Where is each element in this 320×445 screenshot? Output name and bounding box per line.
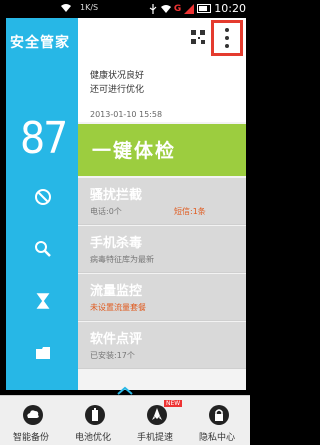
tab-label: 手机提速 — [136, 433, 173, 443]
tab-privacy-center[interactable]: 隐私中心 — [186, 398, 248, 444]
card-harassment-block[interactable]: 骚扰拦截 电话:0个 短信:1条 — [78, 178, 246, 225]
wifi-icon — [61, 4, 71, 12]
card-antivirus[interactable]: 手机杀毒 病毒特征库为最新 — [78, 226, 246, 273]
rocket-icon — [147, 405, 167, 425]
menu-dot — [225, 44, 229, 48]
health-status-text: 健康状况良好 — [90, 71, 145, 81]
card-subtitle: 病毒特征库为最新 — [90, 255, 154, 264]
battery-icon — [197, 4, 212, 13]
card-title: 流量监控 — [90, 284, 143, 299]
lock-icon — [209, 405, 229, 425]
main-panel: 健康状况良好 还可进行优化 2013-01-10 15:58 一键体检 骚扰拦截… — [78, 18, 246, 390]
network-type-icon: G — [173, 3, 182, 14]
bottom-toolbar: 智能备份 电池优化 NEW 手机提速 隐私中心 — [0, 395, 250, 445]
qr-code-icon[interactable] — [191, 30, 205, 44]
hourglass-icon — [36, 293, 50, 309]
block-icon — [35, 189, 51, 205]
menu-dot — [225, 28, 229, 32]
folder-icon — [36, 347, 50, 359]
battery-optimize-icon — [85, 405, 105, 425]
search-icon — [35, 241, 51, 257]
usb-icon — [149, 3, 157, 14]
tab-smart-backup[interactable]: 智能备份 — [0, 398, 62, 444]
check-button-label: 一键体检 — [92, 140, 177, 162]
wifi-signal-icon — [160, 4, 171, 13]
tab-label: 电池优化 — [74, 433, 111, 443]
card-title: 软件点评 — [90, 332, 143, 347]
card-title: 手机杀毒 — [90, 236, 143, 251]
tab-label: 智能备份 — [12, 433, 49, 443]
card-software-review[interactable]: 软件点评 已安装:17个 — [78, 322, 246, 369]
status-bar: 1K/S G 10:20 — [0, 0, 250, 18]
card-subtitle-sms: 短信:1条 — [174, 207, 206, 216]
app-title: 安全管家 — [10, 35, 70, 51]
clock: 10:20 — [214, 2, 246, 15]
signal-icon — [184, 3, 195, 14]
health-score: 87 — [20, 113, 68, 164]
card-subtitle: 已安装:17个 — [90, 351, 135, 360]
tab-battery-optimize[interactable]: 电池优化 — [62, 398, 124, 444]
new-badge: NEW — [164, 400, 183, 407]
card-traffic-monitor[interactable]: 流量监控 未设置流量套餐 — [78, 274, 246, 321]
tab-label: 隐私中心 — [198, 433, 235, 443]
menu-dot — [225, 36, 229, 40]
optimize-hint-text: 还可进行优化 — [90, 85, 145, 95]
tab-phone-speedup[interactable]: NEW 手机提速 — [124, 398, 186, 444]
one-click-check-button[interactable]: 一键体检 — [78, 124, 246, 176]
card-title: 骚扰拦截 — [90, 188, 143, 203]
card-subtitle: 电话:0个 — [90, 207, 122, 216]
overflow-menu-button[interactable] — [211, 20, 243, 56]
left-panel: 安全管家 87 — [6, 18, 78, 390]
health-summary: 健康状况良好 还可进行优化 2013-01-10 15:58 — [78, 18, 246, 122]
last-check-date: 2013-01-10 15:58 — [90, 110, 163, 119]
cloud-upload-icon — [23, 405, 43, 425]
network-speed: 1K/S — [80, 3, 99, 12]
card-subtitle: 未设置流量套餐 — [90, 303, 146, 312]
